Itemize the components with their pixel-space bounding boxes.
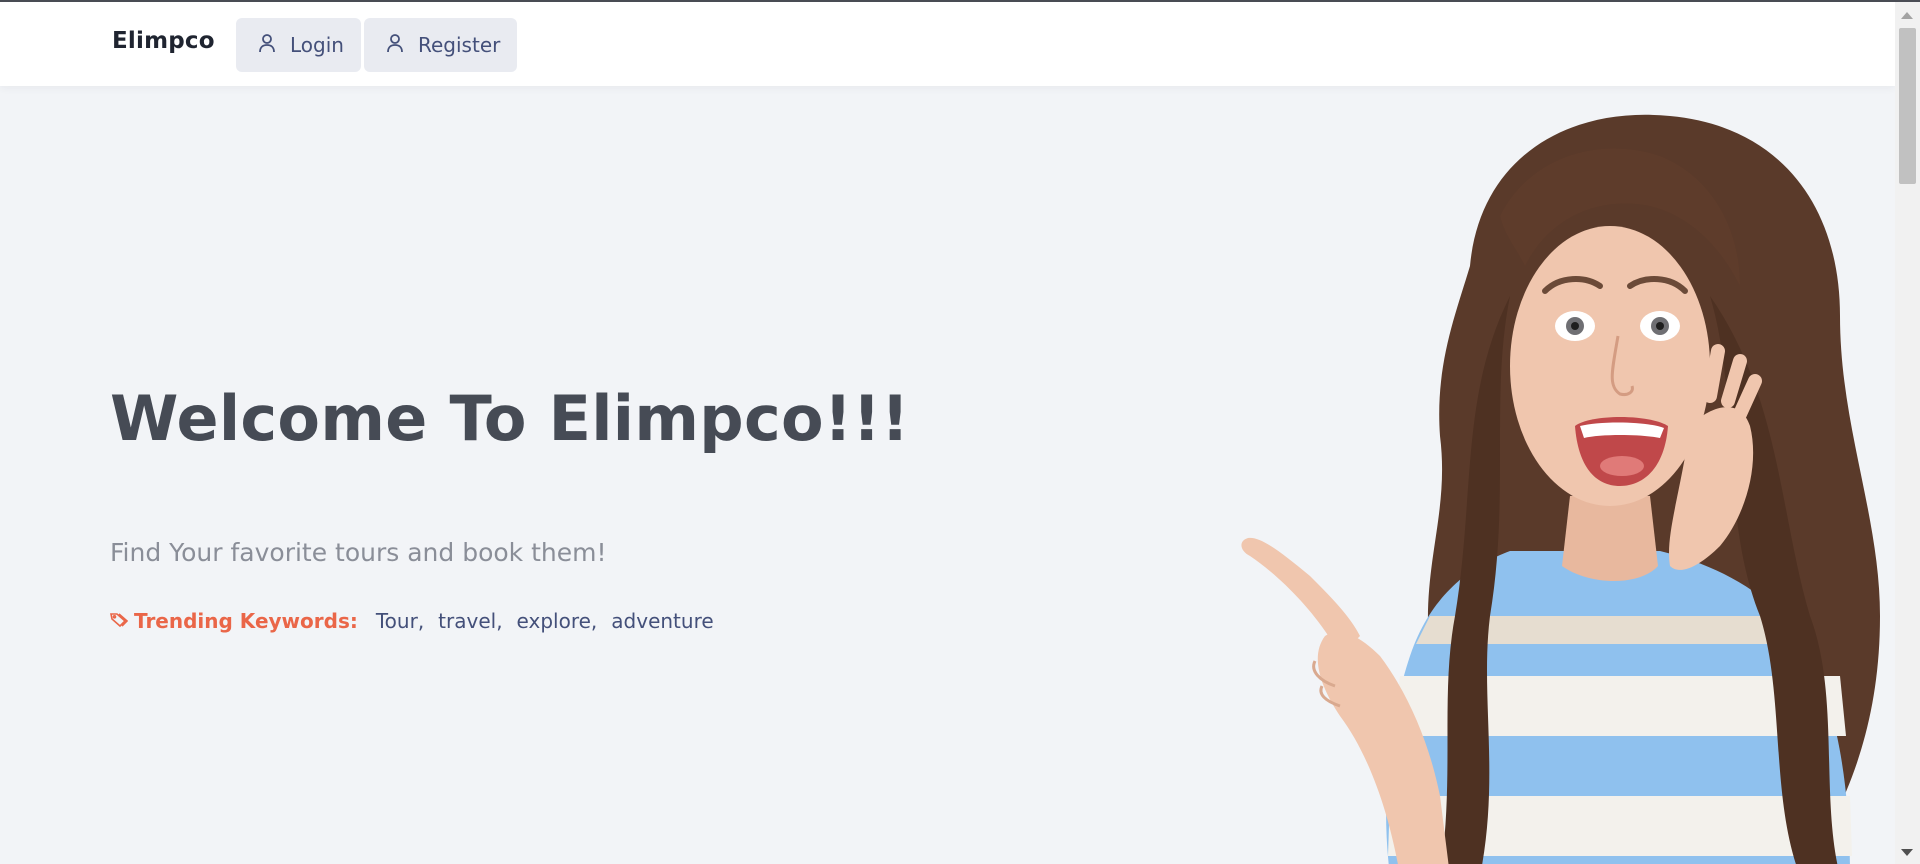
scroll-thumb[interactable] — [1899, 28, 1916, 184]
scrollbar[interactable] — [1895, 2, 1920, 864]
hero-title: Welcome To Elimpco!!! — [110, 382, 910, 455]
trending-keywords: Trending Keywords: Tour, travel, explore… — [110, 609, 728, 633]
login-button[interactable]: Login — [236, 18, 361, 72]
hero-section: Welcome To Elimpco!!! Find Your favorite… — [0, 86, 1895, 864]
scroll-up-arrow-icon[interactable] — [1901, 12, 1913, 19]
navbar: Elimpco Login Register — [0, 2, 1895, 86]
hero-subtitle: Find Your favorite tours and book them! — [110, 538, 607, 567]
register-label: Register — [418, 33, 501, 57]
keyword-link-tour[interactable]: Tour, — [376, 609, 424, 633]
keyword-link-travel[interactable]: travel, — [438, 609, 502, 633]
brand-logo[interactable]: Elimpco — [112, 28, 215, 54]
user-icon — [386, 33, 418, 58]
trending-label-text: Trending Keywords: — [134, 609, 358, 633]
login-label: Login — [290, 33, 344, 57]
keyword-link-explore[interactable]: explore, — [517, 609, 598, 633]
trending-label: Trending Keywords: — [110, 609, 358, 633]
user-icon — [258, 33, 290, 58]
tag-icon — [110, 609, 134, 633]
hero-person-image — [1241, 114, 1880, 864]
keyword-link-adventure[interactable]: adventure — [611, 609, 713, 633]
register-button[interactable]: Register — [364, 18, 517, 72]
scroll-down-arrow-icon[interactable] — [1901, 849, 1913, 856]
